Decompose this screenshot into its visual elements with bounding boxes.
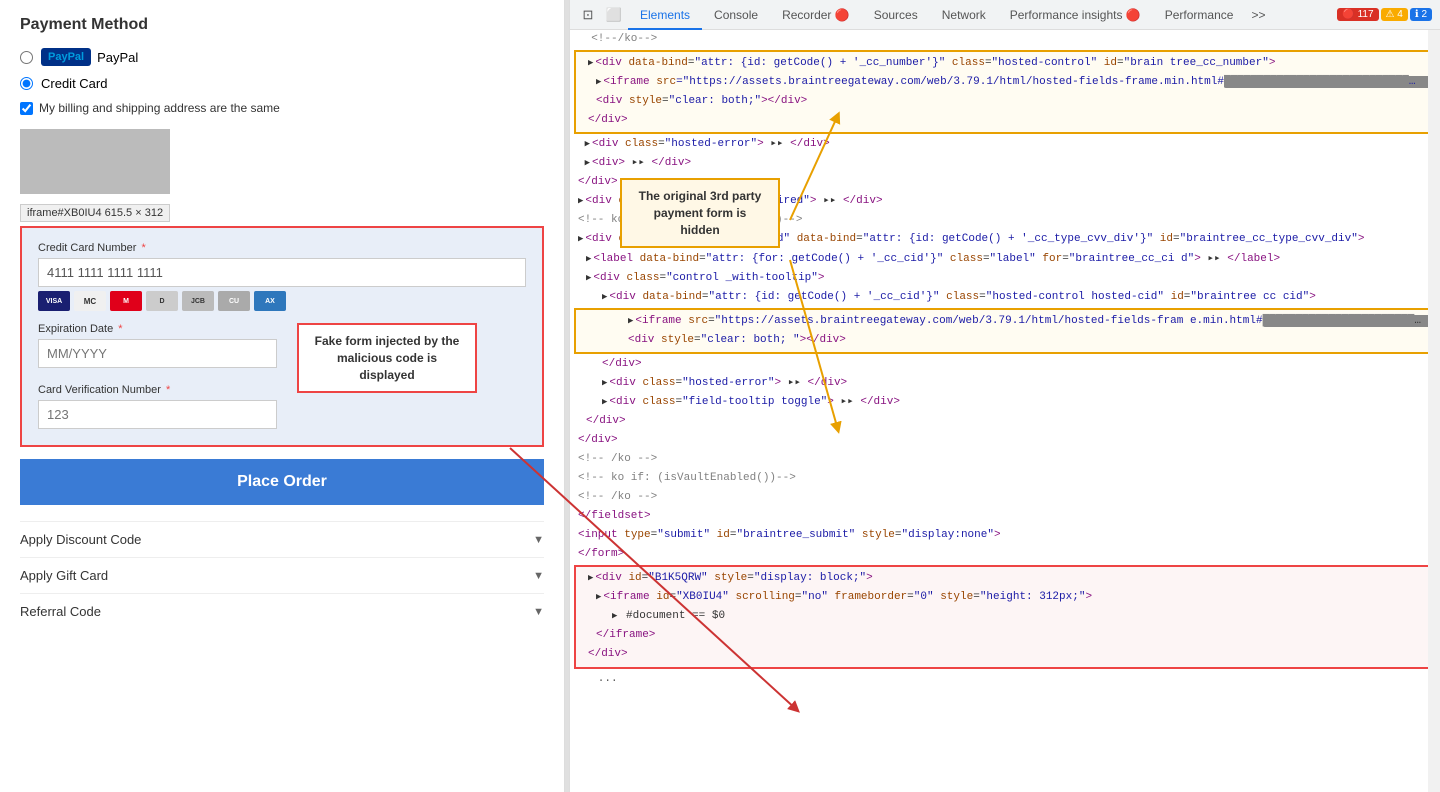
expiration-label: Expiration Date * bbox=[38, 323, 277, 335]
credit-card-label: Credit Card bbox=[41, 76, 107, 91]
jcb-icon: JCB bbox=[182, 291, 214, 311]
paypal-option[interactable]: PayPal PayPal bbox=[20, 48, 544, 66]
dom-document-ref: ▶ #document == $0 bbox=[580, 607, 1430, 626]
devtools-tabs: ⊡ ⬜ Elements Console Recorder 🔴 Sources … bbox=[570, 0, 1440, 30]
billing-checkbox[interactable] bbox=[20, 102, 33, 115]
cvv-row bbox=[38, 400, 526, 429]
cvv-input[interactable] bbox=[38, 400, 277, 429]
dom-div-hosted-control: ▶<div data-bind="attr: {id: getCode() + … bbox=[580, 54, 1430, 73]
callout-fake-form: Fake form injected by the malicious code… bbox=[297, 323, 477, 393]
two-col-fields: Expiration Date * Fake form injected by … bbox=[38, 323, 526, 380]
card-image-placeholder bbox=[20, 129, 170, 194]
callout-fake-placeholder: Fake form injected by the malicious code… bbox=[287, 323, 526, 380]
dom-iframe-number: ▶<iframe src="https://assets.braintreega… bbox=[580, 73, 1430, 92]
amex-icon: AX bbox=[254, 291, 286, 311]
dom-div-clear: <div style="clear: both;"></div> bbox=[580, 92, 1430, 111]
dom-hosted-error-2: ▶<div class="hosted-error"> ▸▸ </div> bbox=[570, 374, 1440, 393]
dom-div-control-tooltip: ▶<div class="control _with-tooltip"> bbox=[570, 269, 1440, 288]
dom-iframe-cvv: ▶<iframe src="https://assets.braintreega… bbox=[580, 312, 1430, 331]
dom-comment-isvault: <!-- ko if: (isVaultEnabled())--> bbox=[570, 469, 1440, 488]
fake-form-container: Credit Card Number * VISA MC M D JCB CU … bbox=[20, 226, 544, 447]
dom-comment-ko: <!--/ko--> bbox=[570, 30, 1440, 49]
dom-div-clear-2: <div style="clear: both; "></div> bbox=[580, 331, 1430, 350]
dom-iframe-xb0iu4: ▶<iframe id="XB0IU4" scrolling="no" fram… bbox=[580, 588, 1430, 607]
devtools-toolbar-icons: ⊡ ⬜ bbox=[578, 5, 624, 25]
page-wrapper: Payment Method PayPal PayPal Credit Card… bbox=[0, 0, 1440, 792]
info-badge: ℹ 2 bbox=[1410, 8, 1432, 21]
card-number-label: Credit Card Number * bbox=[38, 242, 526, 254]
dom-input-submit: <input type="submit" id="braintree_submi… bbox=[570, 526, 1440, 545]
tab-performance[interactable]: Performance bbox=[1153, 0, 1246, 30]
referral-code-arrow: ▼ bbox=[533, 606, 544, 618]
dom-iframe-cvv-block: ▶<iframe src="https://assets.braintreega… bbox=[574, 308, 1436, 354]
dom-div-close-5: </div> bbox=[570, 431, 1440, 450]
dom-hosted-error-1: ▶<div class="hosted-error"> ▸▸ </div> bbox=[570, 135, 1440, 154]
dom-div-close-3: </div> bbox=[570, 355, 1440, 374]
paypal-radio[interactable] bbox=[20, 51, 33, 64]
dom-comment-ko-end2: <!-- /ko --> bbox=[570, 488, 1440, 507]
tab-console[interactable]: Console bbox=[702, 0, 770, 30]
devtools-panel: ⊡ ⬜ Elements Console Recorder 🔴 Sources … bbox=[569, 0, 1440, 792]
apply-gift-row[interactable]: Apply Gift Card ▼ bbox=[20, 557, 544, 593]
tab-sources[interactable]: Sources bbox=[862, 0, 930, 30]
billing-label: My billing and shipping address are the … bbox=[39, 101, 280, 115]
credit-card-option[interactable]: Credit Card bbox=[20, 76, 544, 91]
dom-fieldset-close: </fieldset> bbox=[570, 507, 1440, 526]
scrollbar[interactable] bbox=[1428, 30, 1440, 792]
callout-original-form: The original 3rd party payment form is h… bbox=[620, 178, 780, 248]
billing-checkbox-row[interactable]: My billing and shipping address are the … bbox=[20, 101, 544, 115]
dom-malicious-div: ▶<div id="B1K5QRW" style="display: block… bbox=[574, 565, 1436, 668]
apply-gift-arrow: ▼ bbox=[533, 570, 544, 582]
paypal-label: PayPal bbox=[97, 50, 138, 65]
dom-div-close: </div> bbox=[580, 111, 1430, 130]
apply-discount-row[interactable]: Apply Discount Code ▼ bbox=[20, 521, 544, 557]
dom-div-empty-1: ▶<div> ▸▸ </div> bbox=[570, 154, 1440, 173]
dom-div-b1k5qrw: ▶<div id="B1K5QRW" style="display: block… bbox=[580, 569, 1430, 588]
inspect-icon[interactable]: ⊡ bbox=[578, 5, 598, 25]
dom-form-close: </form> bbox=[570, 545, 1440, 564]
apply-discount-arrow: ▼ bbox=[533, 534, 544, 546]
devtools-content-wrapper: <!--/ko--> ▶<div data-bind="attr: {id: g… bbox=[570, 30, 1440, 792]
warn-badge: ⚠ 4 bbox=[1381, 8, 1408, 21]
expiration-input[interactable] bbox=[38, 339, 277, 368]
mc-icon: MC bbox=[74, 291, 106, 311]
dom-div-hosted-cid: ▶<div data-bind="attr: {id: getCode() + … bbox=[570, 288, 1440, 307]
card-number-input[interactable] bbox=[38, 258, 526, 287]
expiration-field-group: Expiration Date * bbox=[38, 323, 277, 380]
tab-recorder[interactable]: Recorder 🔴 bbox=[770, 0, 862, 30]
error-badge: 🔴 117 bbox=[1337, 8, 1378, 21]
dom-ellipsis: ... bbox=[570, 670, 1440, 689]
dom-hosted-control-number: ▶<div data-bind="attr: {id: getCode() + … bbox=[574, 50, 1436, 134]
dom-div-close-4: </div> bbox=[570, 412, 1440, 431]
place-order-button[interactable]: Place Order bbox=[20, 459, 544, 505]
credit-card-radio[interactable] bbox=[20, 77, 33, 90]
tab-network[interactable]: Network bbox=[930, 0, 998, 30]
disc-icon: D bbox=[146, 291, 178, 311]
apply-gift-label: Apply Gift Card bbox=[20, 568, 108, 583]
tab-perf-insights[interactable]: Performance insights 🔴 bbox=[998, 0, 1153, 30]
dom-iframe-close: </iframe> bbox=[580, 626, 1430, 645]
iframe-label: iframe#XB0IU4 615.5 × 312 bbox=[20, 204, 170, 222]
referral-code-row[interactable]: Referral Code ▼ bbox=[20, 593, 544, 629]
left-panel: Payment Method PayPal PayPal Credit Card… bbox=[0, 0, 565, 792]
paypal-logo: PayPal bbox=[41, 48, 91, 66]
tab-elements[interactable]: Elements bbox=[628, 0, 702, 30]
section-title: Payment Method bbox=[20, 16, 544, 34]
referral-code-label: Referral Code bbox=[20, 604, 101, 619]
dom-div-close-final: </div> bbox=[580, 645, 1430, 664]
apply-discount-label: Apply Discount Code bbox=[20, 532, 141, 547]
cu-icon: CU bbox=[218, 291, 250, 311]
visa-icon: VISA bbox=[38, 291, 70, 311]
device-icon[interactable]: ⬜ bbox=[604, 5, 624, 25]
maestro-icon: M bbox=[110, 291, 142, 311]
dom-comment-ko-end: <!-- /ko --> bbox=[570, 450, 1440, 469]
more-tabs[interactable]: >> bbox=[1245, 8, 1271, 22]
devtools-dom-tree[interactable]: <!--/ko--> ▶<div data-bind="attr: {id: g… bbox=[570, 30, 1440, 792]
card-icons-row: VISA MC M D JCB CU AX bbox=[38, 291, 526, 311]
dom-label-cid: ▶<label data-bind="attr: {for: getCode()… bbox=[570, 250, 1440, 269]
dom-field-tooltip: ▶<div class="field-tooltip toggle"> ▸▸ <… bbox=[570, 393, 1440, 412]
